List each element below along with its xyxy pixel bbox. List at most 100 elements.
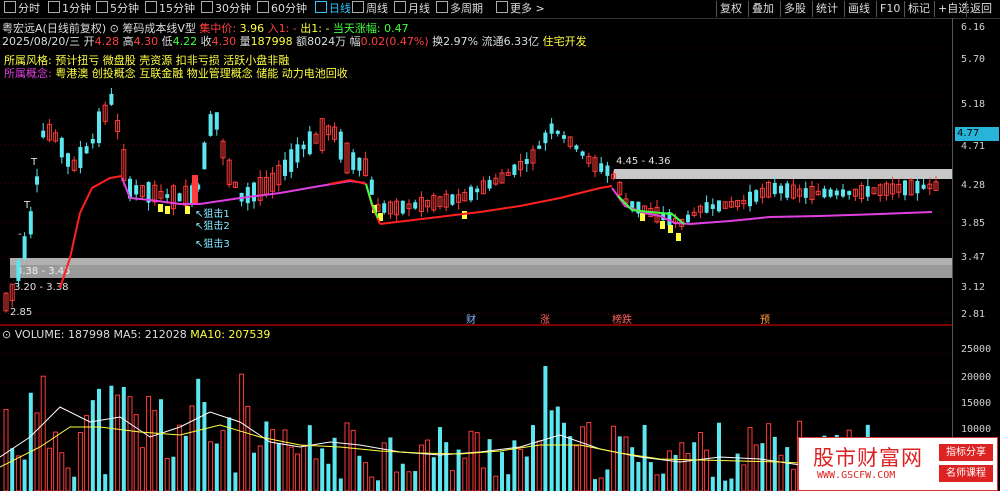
volume-bar	[654, 474, 660, 491]
volume-bar	[679, 442, 685, 491]
support-zone	[10, 258, 952, 265]
tab-weekly[interactable]: 周线	[352, 1, 388, 17]
support-zone	[10, 265, 952, 278]
volume-bar	[40, 375, 46, 491]
vol-axis-tick: 10000	[961, 424, 992, 435]
tab-30min[interactable]: 30分钟	[201, 1, 251, 17]
volume-bar	[456, 449, 461, 491]
volume-chevron-icon[interactable]: ⊙	[2, 328, 11, 341]
draw-line-button[interactable]: 画线	[844, 1, 873, 17]
volume-bar	[109, 385, 114, 491]
volume-bar	[72, 476, 77, 491]
volume-bar	[524, 456, 529, 491]
tab-label: 月线	[408, 2, 430, 15]
tab-label: 多周期	[450, 2, 483, 15]
candle-body	[28, 211, 33, 235]
candle-body	[803, 188, 808, 198]
volume-bar	[121, 387, 126, 491]
fuquan-button[interactable]: 复权	[716, 1, 745, 17]
vol-axis-tick: 25000	[961, 344, 992, 355]
candle-body	[22, 236, 27, 259]
ambush-label: ↖狙击2	[195, 220, 230, 232]
grid-icon	[96, 1, 108, 13]
volume-bar	[493, 475, 499, 491]
volume-bar	[692, 442, 697, 491]
grid-icon	[436, 1, 448, 13]
volume-bar	[531, 425, 535, 491]
tab-label: 60分钟	[271, 2, 307, 15]
ambush-label: ↖狙击1	[195, 208, 230, 220]
candle-body	[202, 142, 207, 170]
tab-multi-period[interactable]: 多周期	[436, 1, 483, 17]
mark-button[interactable]: 标记	[904, 1, 933, 17]
tab-daily[interactable]: 日线	[315, 1, 351, 17]
tab-label: 周线	[366, 2, 388, 15]
volume-bar	[704, 449, 710, 491]
tab-60min[interactable]: 60分钟	[257, 1, 307, 17]
tab-5min[interactable]: 5分钟	[96, 1, 139, 17]
stats-button[interactable]: 统计	[812, 1, 841, 17]
f10-button[interactable]: F10	[876, 1, 903, 17]
volume-bar	[487, 439, 492, 491]
candle-body	[84, 146, 89, 154]
t-mark: T	[23, 200, 31, 211]
low-value: 4.22	[172, 35, 198, 48]
low-label: 低	[161, 35, 173, 48]
volume-bar	[245, 405, 251, 491]
watermark-logo: 股市财富网 WWW.GSCFW.COM 指标分享 名师课程	[798, 437, 998, 491]
volume-bar	[772, 436, 777, 491]
volume-bar	[462, 457, 468, 491]
volume-bar	[468, 430, 474, 491]
candle-body	[785, 183, 790, 198]
watermark-tag-indicator: 指标分享	[939, 444, 993, 461]
candle-body	[475, 188, 480, 193]
tab-label: 1分钟	[62, 2, 91, 15]
concept-value: 粤港澳 创投概念 互联金融 物业管理概念 储能 动力电池回收	[55, 67, 348, 80]
candle-body	[555, 130, 560, 134]
open-value: 4.28	[94, 35, 120, 48]
candle-body	[35, 176, 39, 185]
volume-bar	[183, 435, 188, 491]
volume-bar	[313, 458, 319, 491]
volume-bar	[549, 410, 554, 491]
volume-bar	[480, 467, 486, 491]
volume-bar	[666, 450, 672, 491]
volume-bar	[239, 373, 245, 491]
volume-bar	[332, 437, 337, 491]
candle-body	[828, 189, 833, 197]
float-label: 流通	[481, 35, 504, 48]
price-axis: 6.16 5.70 5.18 4.77 4.71 4.28 3.85 3.47 …	[952, 18, 1000, 491]
candle-body	[524, 158, 529, 164]
tab-label: 更多 >	[510, 2, 545, 15]
event-marker: 榜跌	[612, 313, 632, 324]
tab-label: 日线	[329, 2, 351, 15]
volume-bar	[350, 429, 356, 491]
volume-bar	[562, 422, 566, 491]
axis-tick: 3.85	[961, 218, 986, 229]
volume-bar	[710, 476, 715, 491]
volume-bar	[611, 425, 617, 491]
volume-bar	[214, 443, 219, 491]
candle-body	[487, 179, 492, 189]
axis-tick: 5.18	[961, 99, 986, 110]
volume-bar	[233, 472, 238, 491]
volume-bar	[133, 414, 139, 491]
volume-bar	[630, 447, 635, 491]
tab-15min[interactable]: 15分钟	[145, 1, 195, 17]
tab-monthly[interactable]: 月线	[394, 1, 430, 17]
signal-candle	[192, 175, 198, 205]
tab-fenshi[interactable]: 分时	[4, 1, 40, 17]
multi-stock-button[interactable]: 多股	[780, 1, 809, 17]
back-button[interactable]: 返回	[966, 1, 995, 17]
signal-candle	[676, 233, 681, 241]
tab-more[interactable]: 更多 >	[496, 1, 545, 17]
tab-label: 分时	[18, 2, 40, 15]
signal-candle	[660, 221, 665, 229]
overlay-button[interactable]: 叠加	[748, 1, 777, 17]
sector-link[interactable]: 住宅开发	[543, 35, 587, 48]
volume-bar	[164, 457, 170, 491]
turnover-value: 2.97%	[443, 35, 479, 48]
signal-candle	[165, 206, 170, 214]
volume-bar	[673, 454, 678, 491]
tab-1min[interactable]: 1分钟	[48, 1, 91, 17]
